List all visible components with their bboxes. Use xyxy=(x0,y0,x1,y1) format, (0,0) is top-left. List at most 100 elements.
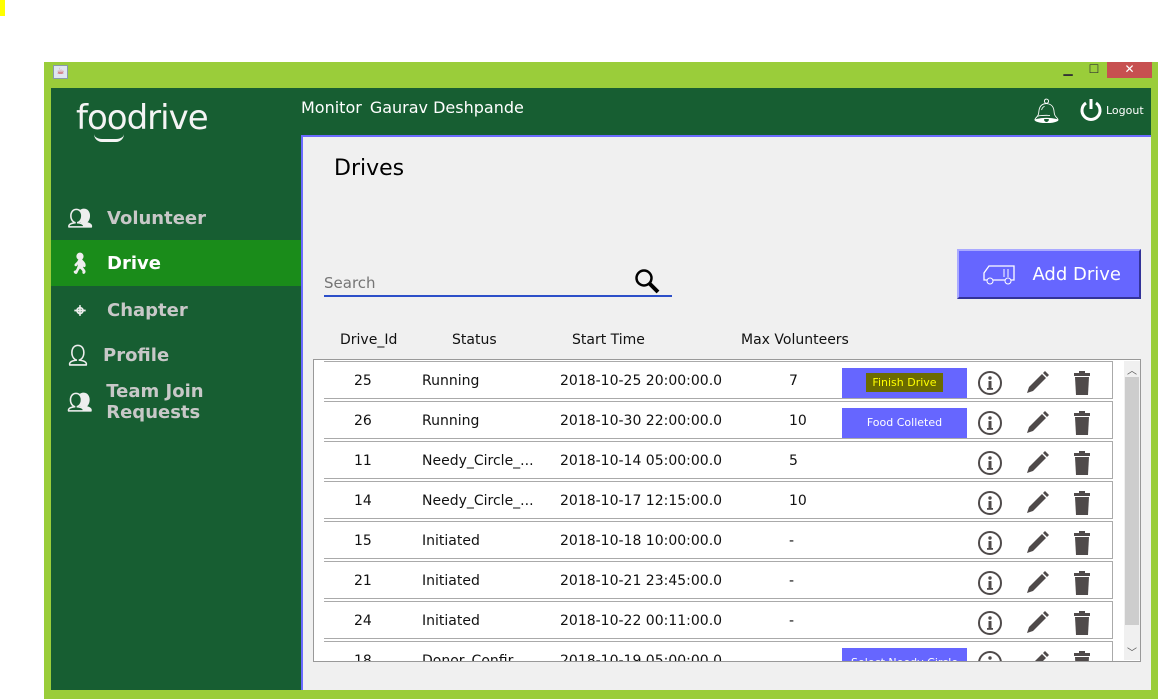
row-action-button[interactable]: Food Colleted xyxy=(842,408,967,438)
java-icon: ☕ xyxy=(53,65,68,79)
column-header-status[interactable]: Status xyxy=(452,332,497,348)
max-volunteers: 10 xyxy=(789,413,807,429)
truck-icon xyxy=(983,265,1015,285)
delete-icon[interactable] xyxy=(1069,610,1095,636)
delete-icon[interactable] xyxy=(1069,570,1095,596)
delete-icon[interactable] xyxy=(1069,370,1095,396)
max-volunteers: 5 xyxy=(789,453,798,469)
start-time: 2018-10-22 00:11:00.0 xyxy=(560,613,723,629)
drive-status: Donor_Confir... xyxy=(422,653,526,662)
table-row[interactable]: 26 Running 2018-10-30 22:00:00.0 10 Food … xyxy=(324,401,1113,439)
drive-status: Initiated xyxy=(422,613,480,629)
sidebar-item-drive[interactable]: 🚶︎ Drive xyxy=(51,240,301,286)
sidebar-item-chapter[interactable]: ⌖ Chapter xyxy=(51,287,301,333)
start-time: 2018-10-30 22:00:00.0 xyxy=(560,413,723,429)
drive-id: 26 xyxy=(354,413,372,429)
table-row[interactable]: 21 Initiated 2018-10-21 23:45:00.0 - xyxy=(324,561,1113,599)
table-row[interactable]: 15 Initiated 2018-10-18 10:00:00.0 - xyxy=(324,521,1113,559)
row-action-label: Food Colleted xyxy=(866,416,943,429)
minimize-button[interactable]: ▁ xyxy=(1058,62,1078,78)
scrollbar-thumb[interactable] xyxy=(1125,377,1139,625)
row-action-label: Select Needy Circle xyxy=(851,656,958,661)
maximize-button[interactable]: ☐ xyxy=(1084,62,1104,78)
search-input[interactable] xyxy=(324,265,672,297)
info-icon[interactable] xyxy=(977,490,1003,516)
info-icon[interactable] xyxy=(977,610,1003,636)
edit-icon[interactable] xyxy=(1024,370,1050,396)
drive-status: Needy_Circle_... xyxy=(422,493,534,509)
edit-icon[interactable] xyxy=(1024,490,1050,516)
drive-id: 21 xyxy=(354,573,372,589)
info-icon[interactable] xyxy=(977,650,1003,662)
sidebar-item-label: Volunteer xyxy=(107,207,207,229)
drive-id: 18 xyxy=(354,653,372,662)
sidebar-item-label: Team Join Requests xyxy=(106,381,204,423)
delete-icon[interactable] xyxy=(1069,530,1095,556)
location-icon: ⌖ xyxy=(74,298,86,322)
info-icon[interactable] xyxy=(977,370,1003,396)
table-row[interactable]: 25 Running 2018-10-25 20:00:00.0 7 Finish… xyxy=(324,361,1113,399)
drive-id: 24 xyxy=(354,613,372,629)
start-time: 2018-10-14 05:00:00.0 xyxy=(560,453,723,469)
scroll-up-arrow[interactable]: ︿ xyxy=(1124,362,1140,377)
max-volunteers: - xyxy=(789,573,795,589)
user-name: Gaurav Deshpande xyxy=(369,98,524,117)
edit-icon[interactable] xyxy=(1024,650,1050,662)
drive-status: Running xyxy=(422,373,480,389)
start-time: 2018-10-18 10:00:00.0 xyxy=(560,533,723,549)
drive-status: Running xyxy=(422,413,480,429)
start-time: 2018-10-25 20:00:00.0 xyxy=(560,373,723,389)
column-header-drive-id[interactable]: Drive_Id xyxy=(340,332,397,348)
max-volunteers: - xyxy=(789,533,795,549)
edit-icon[interactable] xyxy=(1024,530,1050,556)
edit-icon[interactable] xyxy=(1024,410,1050,436)
logout-button[interactable]: Logout xyxy=(1106,104,1144,117)
delete-icon[interactable] xyxy=(1069,450,1095,476)
role-label: Monitor xyxy=(301,98,362,117)
user-info: Monitor Gaurav Deshpande xyxy=(301,98,532,117)
start-time: 2018-10-21 23:45:00.0 xyxy=(560,573,723,589)
table-row[interactable]: 18 Donor_Confir... 2018-10-19 05:00:00.0… xyxy=(324,641,1113,662)
person-icon: 👤︎ xyxy=(65,343,91,367)
close-button[interactable]: ✕ xyxy=(1107,62,1152,78)
column-header-max-volunteers[interactable]: Max Volunteers xyxy=(741,332,849,348)
sidebar-item-volunteer[interactable]: 👥︎ Volunteer xyxy=(51,195,301,241)
bell-icon[interactable]: 🔔︎ xyxy=(1031,97,1061,125)
drive-id: 15 xyxy=(354,533,372,549)
page-title: Drives xyxy=(334,156,405,181)
table-row[interactable]: 14 Needy_Circle_... 2018-10-17 12:15:00.… xyxy=(324,481,1113,519)
column-header-start-time[interactable]: Start Time xyxy=(572,332,645,348)
drive-status: Initiated xyxy=(422,533,480,549)
search-icon[interactable] xyxy=(634,268,660,294)
power-icon[interactable] xyxy=(1079,98,1103,122)
table-row[interactable]: 24 Initiated 2018-10-22 00:11:00.0 - xyxy=(324,601,1113,639)
drive-id: 25 xyxy=(354,373,372,389)
info-icon[interactable] xyxy=(977,410,1003,436)
row-action-button[interactable]: Finish Drive xyxy=(842,368,967,398)
sidebar-item-profile[interactable]: 👤︎ Profile xyxy=(51,332,301,378)
people-icon: 👥︎ xyxy=(67,206,93,230)
sidebar-item-team-join-requests[interactable]: 👥︎ Team Join Requests xyxy=(51,379,301,425)
delete-icon[interactable] xyxy=(1069,650,1095,662)
scroll-down-arrow[interactable]: ﹀ xyxy=(1124,644,1140,659)
edit-icon[interactable] xyxy=(1024,570,1050,596)
add-drive-label: Add Drive xyxy=(1032,263,1121,285)
row-action-button[interactable]: Select Needy Circle xyxy=(842,648,967,661)
team-icon: 👥︎ xyxy=(66,390,93,414)
start-time: 2018-10-19 05:00:00.0 xyxy=(560,653,723,662)
info-icon[interactable] xyxy=(977,530,1003,556)
drive-status: Needy_Circle_... xyxy=(422,453,534,469)
sidebar-item-label: Drive xyxy=(107,252,161,274)
edit-icon[interactable] xyxy=(1024,450,1050,476)
sidebar-item-label: Profile xyxy=(103,344,170,366)
drive-status: Initiated xyxy=(422,573,480,589)
delete-icon[interactable] xyxy=(1069,410,1095,436)
edit-icon[interactable] xyxy=(1024,610,1050,636)
info-icon[interactable] xyxy=(977,570,1003,596)
info-icon[interactable] xyxy=(977,450,1003,476)
delete-icon[interactable] xyxy=(1069,490,1095,516)
drive-id: 14 xyxy=(354,493,372,509)
start-time: 2018-10-17 12:15:00.0 xyxy=(560,493,723,509)
yellow-marker xyxy=(0,0,5,16)
table-row[interactable]: 11 Needy_Circle_... 2018-10-14 05:00:00.… xyxy=(324,441,1113,479)
